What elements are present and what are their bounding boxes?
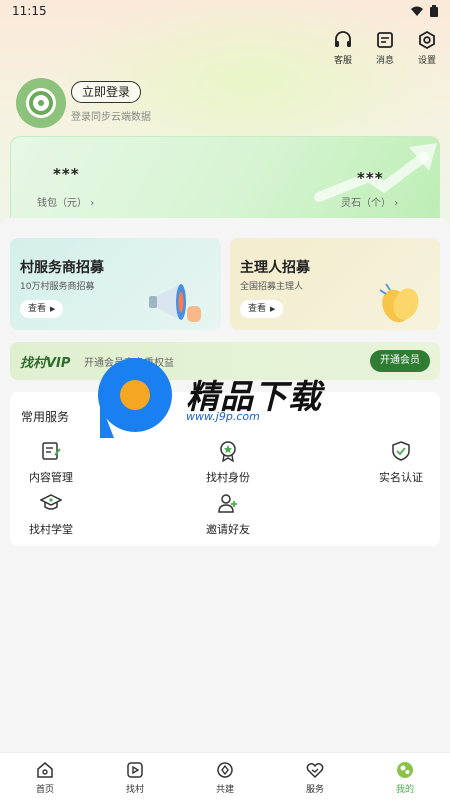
services-title: 常用服务 xyxy=(21,410,70,424)
wallet-value: *** xyxy=(53,165,80,183)
wallet-link[interactable]: 钱包（元） › xyxy=(37,194,94,209)
recruit-title: 村服务商招募 xyxy=(20,260,104,276)
recruit-subtitle: 10万村服务商招募 xyxy=(20,282,95,292)
view-button[interactable]: 查看 ▶ xyxy=(20,300,64,318)
nav-home-label: 首页 xyxy=(35,785,54,795)
login-button[interactable]: 立即登录 xyxy=(71,81,142,103)
view-button[interactable]: 查看 ▶ xyxy=(240,300,284,318)
nav-home[interactable]: 首页 xyxy=(0,753,90,800)
settings-button[interactable]: 设置 xyxy=(414,30,440,66)
stone-value: *** xyxy=(357,169,384,187)
recruit-subtitle: 全国招募主理人 xyxy=(240,282,304,292)
home-icon xyxy=(37,762,53,778)
manager-recruit-card[interactable]: 主理人招募 全国招募主理人 查看 ▶ xyxy=(230,238,440,330)
identity-item[interactable]: 找村身份 xyxy=(183,440,273,485)
real-name-auth-label: 实名认证 xyxy=(379,471,423,484)
battery-icon xyxy=(430,5,438,17)
messages-button[interactable]: 消息 xyxy=(372,30,398,66)
header-actions: 客服 消息 设置 xyxy=(330,30,440,66)
content-management-label: 内容管理 xyxy=(29,471,73,484)
invite-friends-item[interactable]: 邀请好友 xyxy=(183,492,273,537)
profile-icon xyxy=(397,762,413,778)
wallet-card: *** 钱包（元） › *** 灵石（个） › xyxy=(10,136,440,220)
content-management-item[interactable]: 内容管理 xyxy=(6,440,96,485)
avatar-logo-icon xyxy=(26,88,56,118)
open-membership-button[interactable]: 开通会员 xyxy=(370,350,430,372)
nav-find-village-label: 找村 xyxy=(125,785,144,795)
view-label: 查看 xyxy=(248,304,267,314)
chevron-right-icon: › xyxy=(90,198,95,209)
nav-services-label: 服务 xyxy=(305,785,324,795)
invite-friends-label: 邀请好友 xyxy=(206,523,250,536)
compass-icon xyxy=(217,762,233,778)
chevron-right-icon: › xyxy=(394,198,399,209)
watermark-url: www.j9p.com xyxy=(186,410,260,423)
watermark-logo-icon xyxy=(98,358,172,432)
gear-icon xyxy=(419,30,435,50)
bottom-navigation: 首页 找村 共建 服务 我的 xyxy=(0,752,450,800)
heart-hands-icon xyxy=(306,763,324,779)
nav-mine-label: 我的 xyxy=(395,785,414,795)
customer-service-label: 客服 xyxy=(333,56,352,66)
vip-title: 找村VIP xyxy=(20,356,71,371)
view-label: 查看 xyxy=(28,304,47,314)
customer-service-button[interactable]: 客服 xyxy=(330,30,356,66)
recruit-title: 主理人招募 xyxy=(240,260,310,276)
academy-item[interactable]: 找村学堂 xyxy=(6,492,96,537)
megaphone-icon xyxy=(149,284,201,322)
play-icon xyxy=(127,762,143,778)
wallet-label: 钱包（元） xyxy=(37,198,87,209)
message-icon xyxy=(377,32,393,48)
messages-label: 消息 xyxy=(375,56,394,66)
wifi-icon xyxy=(411,6,423,16)
invite-user-icon xyxy=(218,494,237,513)
watermark-overlay: 精品下载 www.j9p.com xyxy=(98,358,358,444)
content-edit-icon xyxy=(42,442,61,460)
play-triangle-icon: ▶ xyxy=(270,305,276,313)
nav-mine[interactable]: 我的 xyxy=(360,753,450,800)
play-triangle-icon: ▶ xyxy=(50,305,56,313)
headset-icon xyxy=(335,31,351,47)
login-subtitle: 登录同步云端数据 xyxy=(71,112,151,123)
nav-co-build-label: 共建 xyxy=(215,785,234,795)
clapping-hands-icon xyxy=(379,283,419,323)
stone-label: 灵石（个） xyxy=(341,198,391,209)
shield-check-icon xyxy=(392,441,410,461)
graduation-cap-icon xyxy=(40,494,62,510)
status-bar: 11:15 xyxy=(0,0,450,22)
stone-link[interactable]: 灵石（个） › xyxy=(341,194,398,209)
identity-label: 找村身份 xyxy=(206,471,250,484)
academy-label: 找村学堂 xyxy=(29,523,73,536)
avatar[interactable] xyxy=(16,78,66,128)
settings-label: 设置 xyxy=(417,56,436,66)
village-service-recruit-card[interactable]: 村服务商招募 10万村服务商招募 查看 ▶ xyxy=(10,238,221,330)
nav-co-build[interactable]: 共建 xyxy=(180,753,270,800)
real-name-auth-item[interactable]: 实名认证 xyxy=(356,440,446,485)
status-time: 11:15 xyxy=(12,4,47,18)
nav-services[interactable]: 服务 xyxy=(270,753,360,800)
nav-find-village[interactable]: 找村 xyxy=(90,753,180,800)
